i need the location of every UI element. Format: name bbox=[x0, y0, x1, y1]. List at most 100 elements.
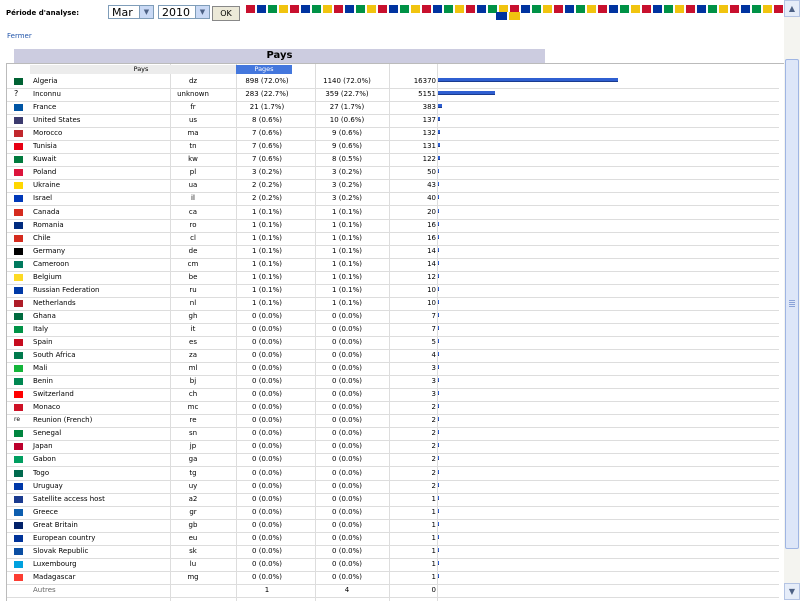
pages-value: 1 (0.1%) bbox=[252, 285, 282, 294]
country-name: Chile bbox=[33, 233, 51, 242]
hits-value: 1140 (72.0%) bbox=[323, 77, 371, 85]
country-code: pl bbox=[189, 168, 197, 177]
hits-value: 1 (0.1%) bbox=[332, 298, 362, 307]
bandwidth-value: 7 bbox=[431, 311, 436, 320]
bandwidth-bar bbox=[438, 365, 439, 370]
flags-strip-extra bbox=[496, 12, 520, 20]
table-row: Poland pl 3 (0.2%) 3 (0.2%) 50 bbox=[7, 166, 779, 181]
country-name: Reunion (French) bbox=[33, 416, 93, 425]
hits-value: 0 (0.0%) bbox=[332, 403, 362, 412]
scroll-thumb[interactable] bbox=[785, 59, 799, 549]
country-code: ca bbox=[188, 207, 198, 216]
chevron-down-icon[interactable]: ▼ bbox=[139, 6, 153, 18]
close-link[interactable]: Fermer bbox=[7, 32, 32, 40]
bandwidth-value: 1 bbox=[431, 507, 436, 516]
month-value: Mar bbox=[112, 6, 133, 19]
flag-icon-il bbox=[14, 195, 23, 203]
header-pages[interactable]: Pages bbox=[236, 65, 292, 74]
pages-value: 0 (0.0%) bbox=[252, 364, 282, 373]
country-name: United States bbox=[33, 116, 81, 125]
hits-value: 1 (0.1%) bbox=[332, 220, 362, 229]
bandwidth-value: 1 bbox=[431, 572, 436, 581]
table-row: Germany de 1 (0.1%) 1 (0.1%) 14 bbox=[7, 245, 779, 259]
flag-icon-fr bbox=[14, 104, 23, 112]
flag-icon-kw bbox=[14, 156, 23, 164]
pages-value: 0 (0.0%) bbox=[252, 351, 282, 360]
bandwidth-bar bbox=[438, 404, 439, 409]
bandwidth-bar bbox=[438, 286, 439, 291]
table-row: Tunisia tn 7 (0.6%) 9 (0.6%) 131 bbox=[7, 140, 779, 155]
hits-value: 359 (22.7%) bbox=[325, 90, 369, 99]
month-select[interactable]: Mar ▼ bbox=[108, 5, 154, 19]
country-code: tn bbox=[189, 142, 197, 151]
hits-value: 1 (0.1%) bbox=[332, 246, 362, 255]
country-code: dz bbox=[188, 77, 198, 85]
country-name: Luxembourg bbox=[33, 559, 77, 568]
bandwidth-value: 383 bbox=[422, 103, 436, 112]
country-code: ua bbox=[188, 181, 198, 190]
country-code: tg bbox=[189, 468, 197, 477]
year-select[interactable]: 2010 ▼ bbox=[158, 5, 210, 19]
country-name: Netherlands bbox=[33, 298, 76, 307]
table-row: Belgium be 1 (0.1%) 1 (0.1%) 12 bbox=[7, 271, 779, 285]
flag-icon-jp bbox=[14, 443, 23, 451]
country-name: Poland bbox=[33, 168, 57, 177]
country-name: European country bbox=[33, 533, 96, 542]
flag-icon-tg bbox=[14, 469, 23, 477]
country-name: Monaco bbox=[33, 403, 61, 412]
hits-value: 0 (0.0%) bbox=[332, 429, 362, 438]
pages-value: 0 (0.0%) bbox=[252, 494, 282, 503]
bandwidth-value: 50 bbox=[427, 168, 436, 177]
country-table: Algeria dz 898 (72.0%) 1140 (72.0%) 16370? In… bbox=[6, 63, 785, 601]
flag-icon-us bbox=[14, 117, 23, 125]
table-row: Satellite access host a2 0 (0.0%) 0 (0.0%) 1 bbox=[7, 493, 779, 507]
bandwidth-value: 43 bbox=[427, 181, 436, 190]
country-code: sk bbox=[189, 546, 197, 555]
flag-icon-lu bbox=[14, 560, 23, 568]
hits-value: 3 (0.2%) bbox=[332, 168, 362, 177]
vertical-scrollbar[interactable]: ▲ ▼ bbox=[784, 0, 800, 600]
bandwidth-value: 2 bbox=[431, 403, 436, 412]
hits-value: 0 (0.0%) bbox=[332, 416, 362, 425]
country-code: ma bbox=[187, 129, 199, 138]
table-row: France fr 21 (1.7%) 27 (1.7%) 383 bbox=[7, 101, 779, 116]
others-hits: 4 bbox=[344, 585, 350, 594]
bandwidth-value: 12 bbox=[427, 272, 436, 281]
bandwidth-value: 1 bbox=[431, 559, 436, 568]
flag-icon-gr bbox=[14, 508, 23, 516]
hits-value: 0 (0.0%) bbox=[332, 442, 362, 451]
bandwidth-bar bbox=[438, 508, 439, 513]
hits-value: 1 (0.1%) bbox=[332, 207, 362, 216]
flag-icon-ua bbox=[14, 182, 23, 190]
country-name: Romania bbox=[33, 220, 64, 229]
country-name: Great Britain bbox=[33, 520, 78, 529]
country-name: Russian Federation bbox=[33, 285, 100, 294]
table-row: Benin bj 0 (0.0%) 0 (0.0%) 3 bbox=[7, 375, 779, 390]
country-name: Canada bbox=[33, 207, 60, 216]
bandwidth-bar bbox=[438, 78, 618, 82]
ok-button[interactable]: OK bbox=[212, 6, 240, 21]
scroll-down-icon[interactable]: ▼ bbox=[784, 583, 800, 600]
table-row: Romania ro 1 (0.1%) 1 (0.1%) 16 bbox=[7, 219, 779, 233]
flag-icon-de bbox=[14, 247, 23, 255]
pages-value: 7 (0.6%) bbox=[252, 129, 282, 138]
table-row: Ukraine ua 2 (0.2%) 3 (0.2%) 43 bbox=[7, 179, 779, 194]
country-code: ro bbox=[189, 220, 197, 229]
table-row: Madagascar mg 0 (0.0%) 0 (0.0%) 1 bbox=[7, 571, 779, 585]
flag-icon-eu bbox=[14, 534, 23, 542]
bandwidth-bar bbox=[438, 312, 439, 317]
country-name: Senegal bbox=[33, 429, 62, 438]
hits-value: 0 (0.0%) bbox=[332, 559, 362, 568]
country-name: Belgium bbox=[33, 272, 62, 281]
bandwidth-value: 14 bbox=[427, 246, 436, 255]
pages-value: 0 (0.0%) bbox=[252, 324, 282, 333]
scroll-up-icon[interactable]: ▲ bbox=[784, 0, 800, 17]
table-row: Togo tg 0 (0.0%) 0 (0.0%) 2 bbox=[7, 467, 779, 481]
country-name: Cameroon bbox=[33, 259, 70, 268]
country-name: Ukraine bbox=[33, 181, 61, 190]
bandwidth-bar bbox=[438, 208, 439, 213]
bandwidth-value: 3 bbox=[431, 364, 436, 373]
flag-icon-tn bbox=[14, 143, 23, 151]
chevron-down-icon[interactable]: ▼ bbox=[195, 6, 209, 18]
header-pays[interactable]: Pays bbox=[30, 65, 252, 74]
